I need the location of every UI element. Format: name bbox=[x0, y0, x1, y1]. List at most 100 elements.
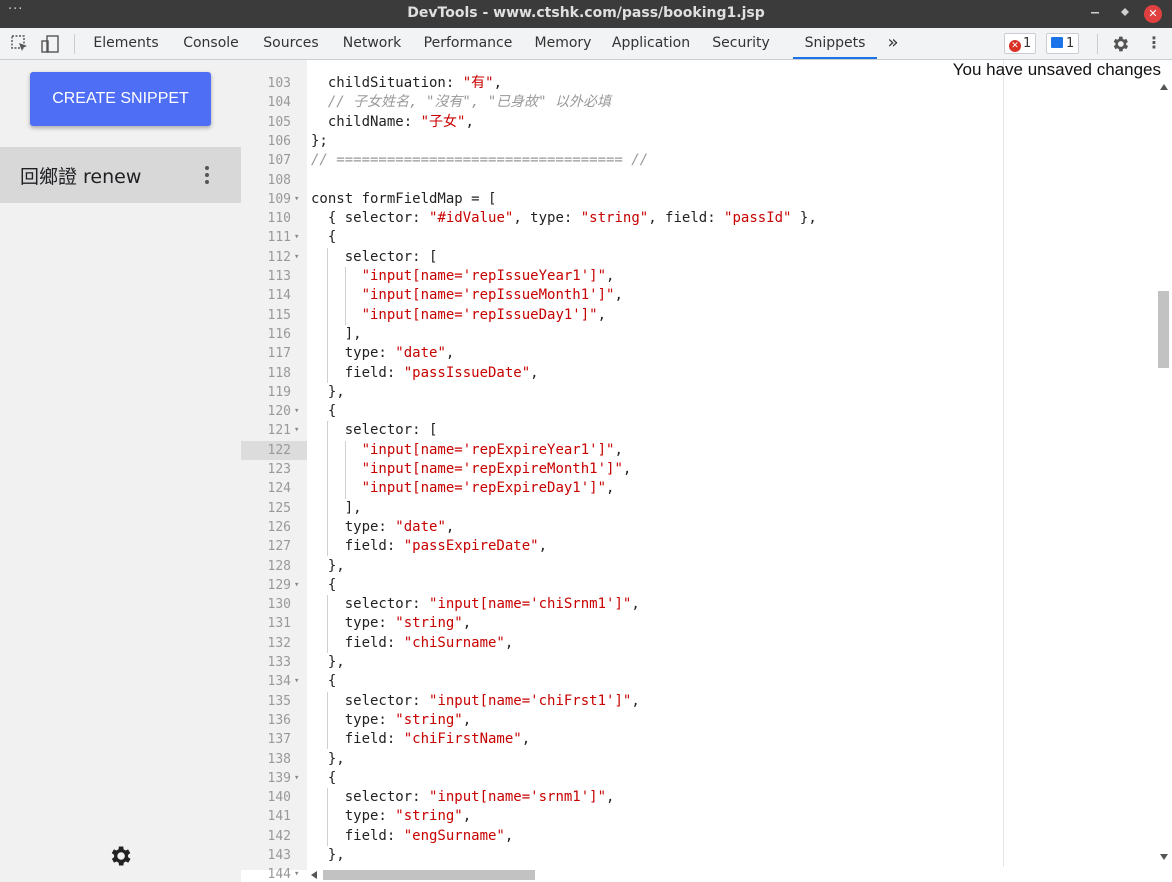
create-snippet-button[interactable]: CREATE SNIPPET bbox=[30, 72, 211, 126]
code-line[interactable]: 112 ▾ selector: [ bbox=[241, 248, 1003, 267]
code-line[interactable]: 127 field: "passExpireDate", bbox=[241, 537, 1003, 556]
code-line[interactable]: 131 type: "string", bbox=[241, 614, 1003, 633]
code-line[interactable]: 135 selector: "input[name='chiFrst1']", bbox=[241, 692, 1003, 711]
code-line[interactable]: 138 }, bbox=[241, 750, 1003, 769]
inspect-element-icon[interactable] bbox=[10, 34, 30, 54]
code-line[interactable]: 123 "input[name='repExpireMonth1']", bbox=[241, 460, 1003, 479]
code-line[interactable]: 117 type: "date", bbox=[241, 344, 1003, 363]
vertical-scrollbar[interactable] bbox=[1155, 60, 1172, 870]
line-number: 132 bbox=[267, 635, 291, 651]
line-number: 126 bbox=[267, 519, 291, 535]
line-number: 108 bbox=[267, 172, 291, 188]
code-line[interactable]: 140 selector: "input[name='srnm1']", bbox=[241, 788, 1003, 807]
line-number: 138 bbox=[267, 751, 291, 767]
tab-elements[interactable]: Elements bbox=[86, 28, 166, 59]
line-number: 141 bbox=[267, 809, 291, 825]
code-line[interactable]: 113 "input[name='repIssueYear1']", bbox=[241, 267, 1003, 286]
code-line[interactable]: 103 childSituation: "有", bbox=[241, 74, 1003, 93]
code-line[interactable]: 141 type: "string", bbox=[241, 807, 1003, 826]
code-line[interactable]: 126 type: "date", bbox=[241, 518, 1003, 537]
snippet-menu-icon[interactable] bbox=[198, 164, 216, 186]
code-line[interactable]: 111 ▾ { bbox=[241, 228, 1003, 247]
code-line[interactable]: 109 ▾ const formFieldMap = [ bbox=[241, 190, 1003, 209]
fold-toggle-icon[interactable]: ▾ bbox=[294, 865, 299, 882]
code-line[interactable]: 110 { selector: "#idValue", type: "strin… bbox=[241, 209, 1003, 228]
fold-toggle-icon[interactable]: ▾ bbox=[294, 228, 299, 247]
code-line[interactable]: 122 "input[name='repExpireYear1']", bbox=[241, 440, 1003, 460]
settings-icon[interactable] bbox=[107, 843, 133, 869]
close-icon[interactable]: ✕ bbox=[1144, 5, 1162, 23]
code-line[interactable]: 116 ], bbox=[241, 325, 1003, 344]
code-line[interactable]: 120 ▾ { bbox=[241, 402, 1003, 421]
fold-toggle-icon[interactable]: ▾ bbox=[294, 248, 299, 267]
window-title: DevTools - www.ctshk.com/pass/booking1.j… bbox=[407, 5, 765, 21]
scroll-down-icon[interactable] bbox=[1160, 854, 1168, 860]
fold-toggle-icon[interactable]: ▾ bbox=[294, 421, 299, 440]
tab-network[interactable]: Network bbox=[336, 28, 408, 59]
code-line[interactable]: 137 field: "chiFirstName", bbox=[241, 730, 1003, 749]
restore-icon[interactable] bbox=[1115, 4, 1135, 24]
code-line[interactable]: 125 ], bbox=[241, 499, 1003, 518]
code-line[interactable]: 139 ▾ { bbox=[241, 769, 1003, 788]
line-number: 119 bbox=[267, 384, 291, 400]
error-count-badge[interactable]: ✕ 1 bbox=[1004, 33, 1037, 54]
customize-menu-icon[interactable]: ⋮ bbox=[1146, 28, 1162, 59]
tab-memory[interactable]: Memory bbox=[528, 28, 598, 59]
code-line[interactable]: 104 // 子女姓名, "沒有", "已身故" 以外必填 bbox=[241, 93, 1003, 112]
code-line[interactable]: 108 bbox=[241, 171, 1003, 190]
code-line[interactable]: 129 ▾ { bbox=[241, 576, 1003, 595]
code-line[interactable]: 106}; bbox=[241, 132, 1003, 151]
code-line[interactable]: 114 "input[name='repIssueMonth1']", bbox=[241, 286, 1003, 305]
horizontal-scrollbar[interactable] bbox=[307, 867, 1155, 882]
code-line[interactable]: 121 ▾ selector: [ bbox=[241, 421, 1003, 440]
line-number: 137 bbox=[267, 732, 291, 748]
code-line[interactable]: 134 ▾ { bbox=[241, 672, 1003, 691]
device-toolbar-icon[interactable] bbox=[40, 34, 60, 54]
code-line[interactable]: 133 }, bbox=[241, 653, 1003, 672]
minimize-icon[interactable] bbox=[1085, 4, 1105, 24]
line-number: 135 bbox=[267, 693, 291, 709]
tab-snippets[interactable]: Snippets bbox=[793, 28, 877, 59]
snippet-list-item[interactable]: 回鄉證 renew bbox=[0, 147, 241, 203]
code-line[interactable]: 105 childName: "子女", bbox=[241, 113, 1003, 132]
line-number: 134 bbox=[267, 674, 291, 690]
message-count-badge[interactable]: 1 bbox=[1046, 33, 1080, 54]
settings-gear-icon[interactable] bbox=[1110, 34, 1130, 54]
code-line[interactable]: 115 "input[name='repIssueDay1']", bbox=[241, 306, 1003, 325]
scroll-left-icon[interactable] bbox=[311, 871, 317, 879]
code-line[interactable]: 128 }, bbox=[241, 557, 1003, 576]
vertical-scroll-thumb[interactable] bbox=[1158, 291, 1169, 368]
tab-console[interactable]: Console bbox=[176, 28, 246, 59]
line-code: { selector: "#idValue", type: "string", … bbox=[311, 210, 817, 227]
fold-toggle-icon[interactable]: ▾ bbox=[294, 576, 299, 595]
fold-toggle-icon[interactable]: ▾ bbox=[294, 672, 299, 691]
fold-toggle-icon[interactable]: ▾ bbox=[294, 402, 299, 421]
horizontal-scroll-thumb[interactable] bbox=[323, 870, 535, 880]
code-line[interactable]: 119 }, bbox=[241, 383, 1003, 402]
line-code: selector: [ bbox=[311, 422, 438, 439]
tab-application[interactable]: Application bbox=[608, 28, 694, 59]
code-line[interactable]: 136 type: "string", bbox=[241, 711, 1003, 730]
code-line[interactable]: 143 }, bbox=[241, 846, 1003, 865]
fold-toggle-icon[interactable]: ▾ bbox=[294, 190, 299, 209]
tab-performance[interactable]: Performance bbox=[418, 28, 518, 59]
tab-security[interactable]: Security bbox=[704, 28, 778, 59]
code-line[interactable]: 142 field: "engSurname", bbox=[241, 827, 1003, 846]
fold-toggle-icon[interactable]: ▾ bbox=[294, 769, 299, 788]
line-code: type: "string", bbox=[311, 615, 472, 632]
code-line[interactable]: 130 selector: "input[name='chiSrnm1']", bbox=[241, 595, 1003, 614]
code-line[interactable]: 124 "input[name='repExpireDay1']", bbox=[241, 479, 1003, 498]
code-line[interactable]: 118 field: "passIssueDate", bbox=[241, 364, 1003, 383]
line-code: type: "string", bbox=[311, 711, 472, 728]
line-code: { bbox=[311, 576, 337, 593]
code-editor[interactable]: 103 childSituation: "有", 104 // 子女姓名, "沒有… bbox=[241, 60, 1172, 882]
line-code: const formFieldMap = [ bbox=[311, 190, 497, 207]
line-number: 129 bbox=[267, 577, 291, 593]
code-line[interactable]: 132 field: "chiSurname", bbox=[241, 634, 1003, 653]
more-tabs-icon[interactable]: » bbox=[882, 28, 904, 59]
error-count: 1 bbox=[1023, 36, 1032, 51]
scroll-up-icon[interactable] bbox=[1160, 84, 1168, 90]
tab-sources[interactable]: Sources bbox=[256, 28, 326, 59]
code-line[interactable]: 107 // ==================================… bbox=[241, 151, 1003, 170]
line-number: 122 bbox=[241, 440, 291, 460]
